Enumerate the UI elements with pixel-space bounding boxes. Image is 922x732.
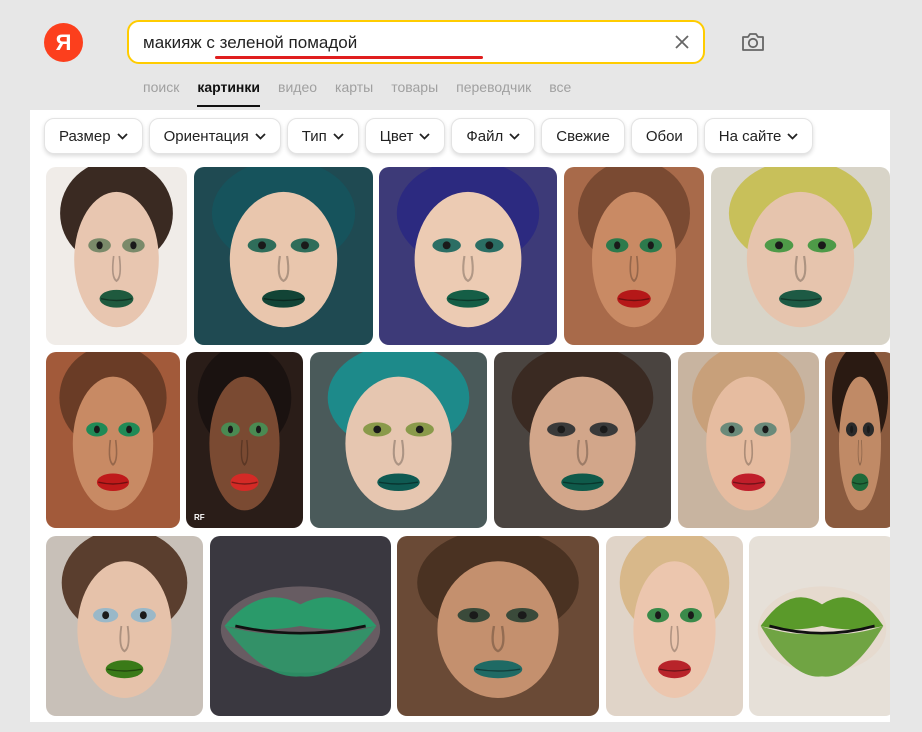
yandex-logo[interactable]: Я: [44, 23, 83, 62]
filter-type[interactable]: Тип: [286, 118, 359, 154]
tab-all[interactable]: все: [549, 79, 571, 107]
filter-color[interactable]: Цвет: [364, 118, 446, 154]
query-highlight-underline: [215, 56, 483, 59]
image-thumbnail[interactable]: RF: [186, 352, 303, 528]
chevron-down-icon: [419, 132, 430, 140]
image-thumbnail[interactable]: [564, 167, 704, 345]
image-thumbnail[interactable]: [310, 352, 487, 528]
search-box[interactable]: макияж с зеленой помадой: [127, 20, 705, 64]
filter-fresh[interactable]: Свежие: [541, 118, 625, 154]
filter-size[interactable]: Размер: [44, 118, 143, 154]
filter-label: Ориентация: [163, 127, 249, 145]
chevron-down-icon: [333, 132, 344, 140]
image-thumbnail[interactable]: [210, 536, 391, 716]
filter-label: Свежие: [556, 127, 610, 145]
tab-translator[interactable]: переводчик: [456, 79, 531, 107]
image-thumbnail[interactable]: [46, 536, 203, 716]
filter-label: На сайте: [718, 127, 782, 145]
filter-orientation[interactable]: Ориентация: [148, 118, 281, 154]
tab-video[interactable]: видео: [278, 79, 317, 107]
close-icon[interactable]: [673, 33, 691, 51]
image-thumbnail[interactable]: [397, 536, 599, 716]
filters-bar: Размер Ориентация Тип Цвет Файл Свежие О…: [44, 118, 814, 154]
search-input[interactable]: макияж с зеленой помадой: [143, 33, 357, 53]
tab-search[interactable]: поиск: [143, 79, 179, 107]
image-thumbnail[interactable]: [46, 352, 180, 528]
image-thumbnail[interactable]: [379, 167, 557, 345]
tab-products[interactable]: товары: [391, 79, 438, 107]
results-panel: Размер Ориентация Тип Цвет Файл Свежие О…: [30, 110, 890, 722]
filter-label: Размер: [59, 127, 111, 145]
filter-label: Файл: [466, 127, 504, 145]
chevron-down-icon: [509, 132, 520, 140]
image-thumbnail[interactable]: [749, 536, 890, 716]
filter-wallpapers[interactable]: Обои: [630, 118, 698, 154]
search-tabs: поиск картинки видео карты товары перево…: [143, 79, 589, 107]
chevron-down-icon: [255, 132, 266, 140]
filter-file[interactable]: Файл: [451, 118, 536, 154]
filter-label: Обои: [645, 127, 683, 145]
chevron-down-icon: [787, 132, 799, 140]
tab-maps[interactable]: карты: [335, 79, 373, 107]
image-thumbnail[interactable]: [494, 352, 671, 528]
image-watermark-badge: RF: [194, 513, 205, 522]
image-thumbnail[interactable]: [825, 352, 890, 528]
image-thumbnail[interactable]: [606, 536, 743, 716]
chevron-down-icon: [116, 132, 128, 140]
tab-images[interactable]: картинки: [197, 79, 260, 107]
image-thumbnail[interactable]: [711, 167, 890, 345]
image-thumbnail[interactable]: [46, 167, 187, 345]
image-thumbnail[interactable]: [194, 167, 373, 345]
filter-label: Тип: [301, 127, 327, 145]
filter-label: Цвет: [379, 127, 414, 145]
filter-on-site[interactable]: На сайте: [703, 118, 814, 154]
camera-search-icon[interactable]: [740, 30, 766, 54]
image-thumbnail[interactable]: [678, 352, 819, 528]
